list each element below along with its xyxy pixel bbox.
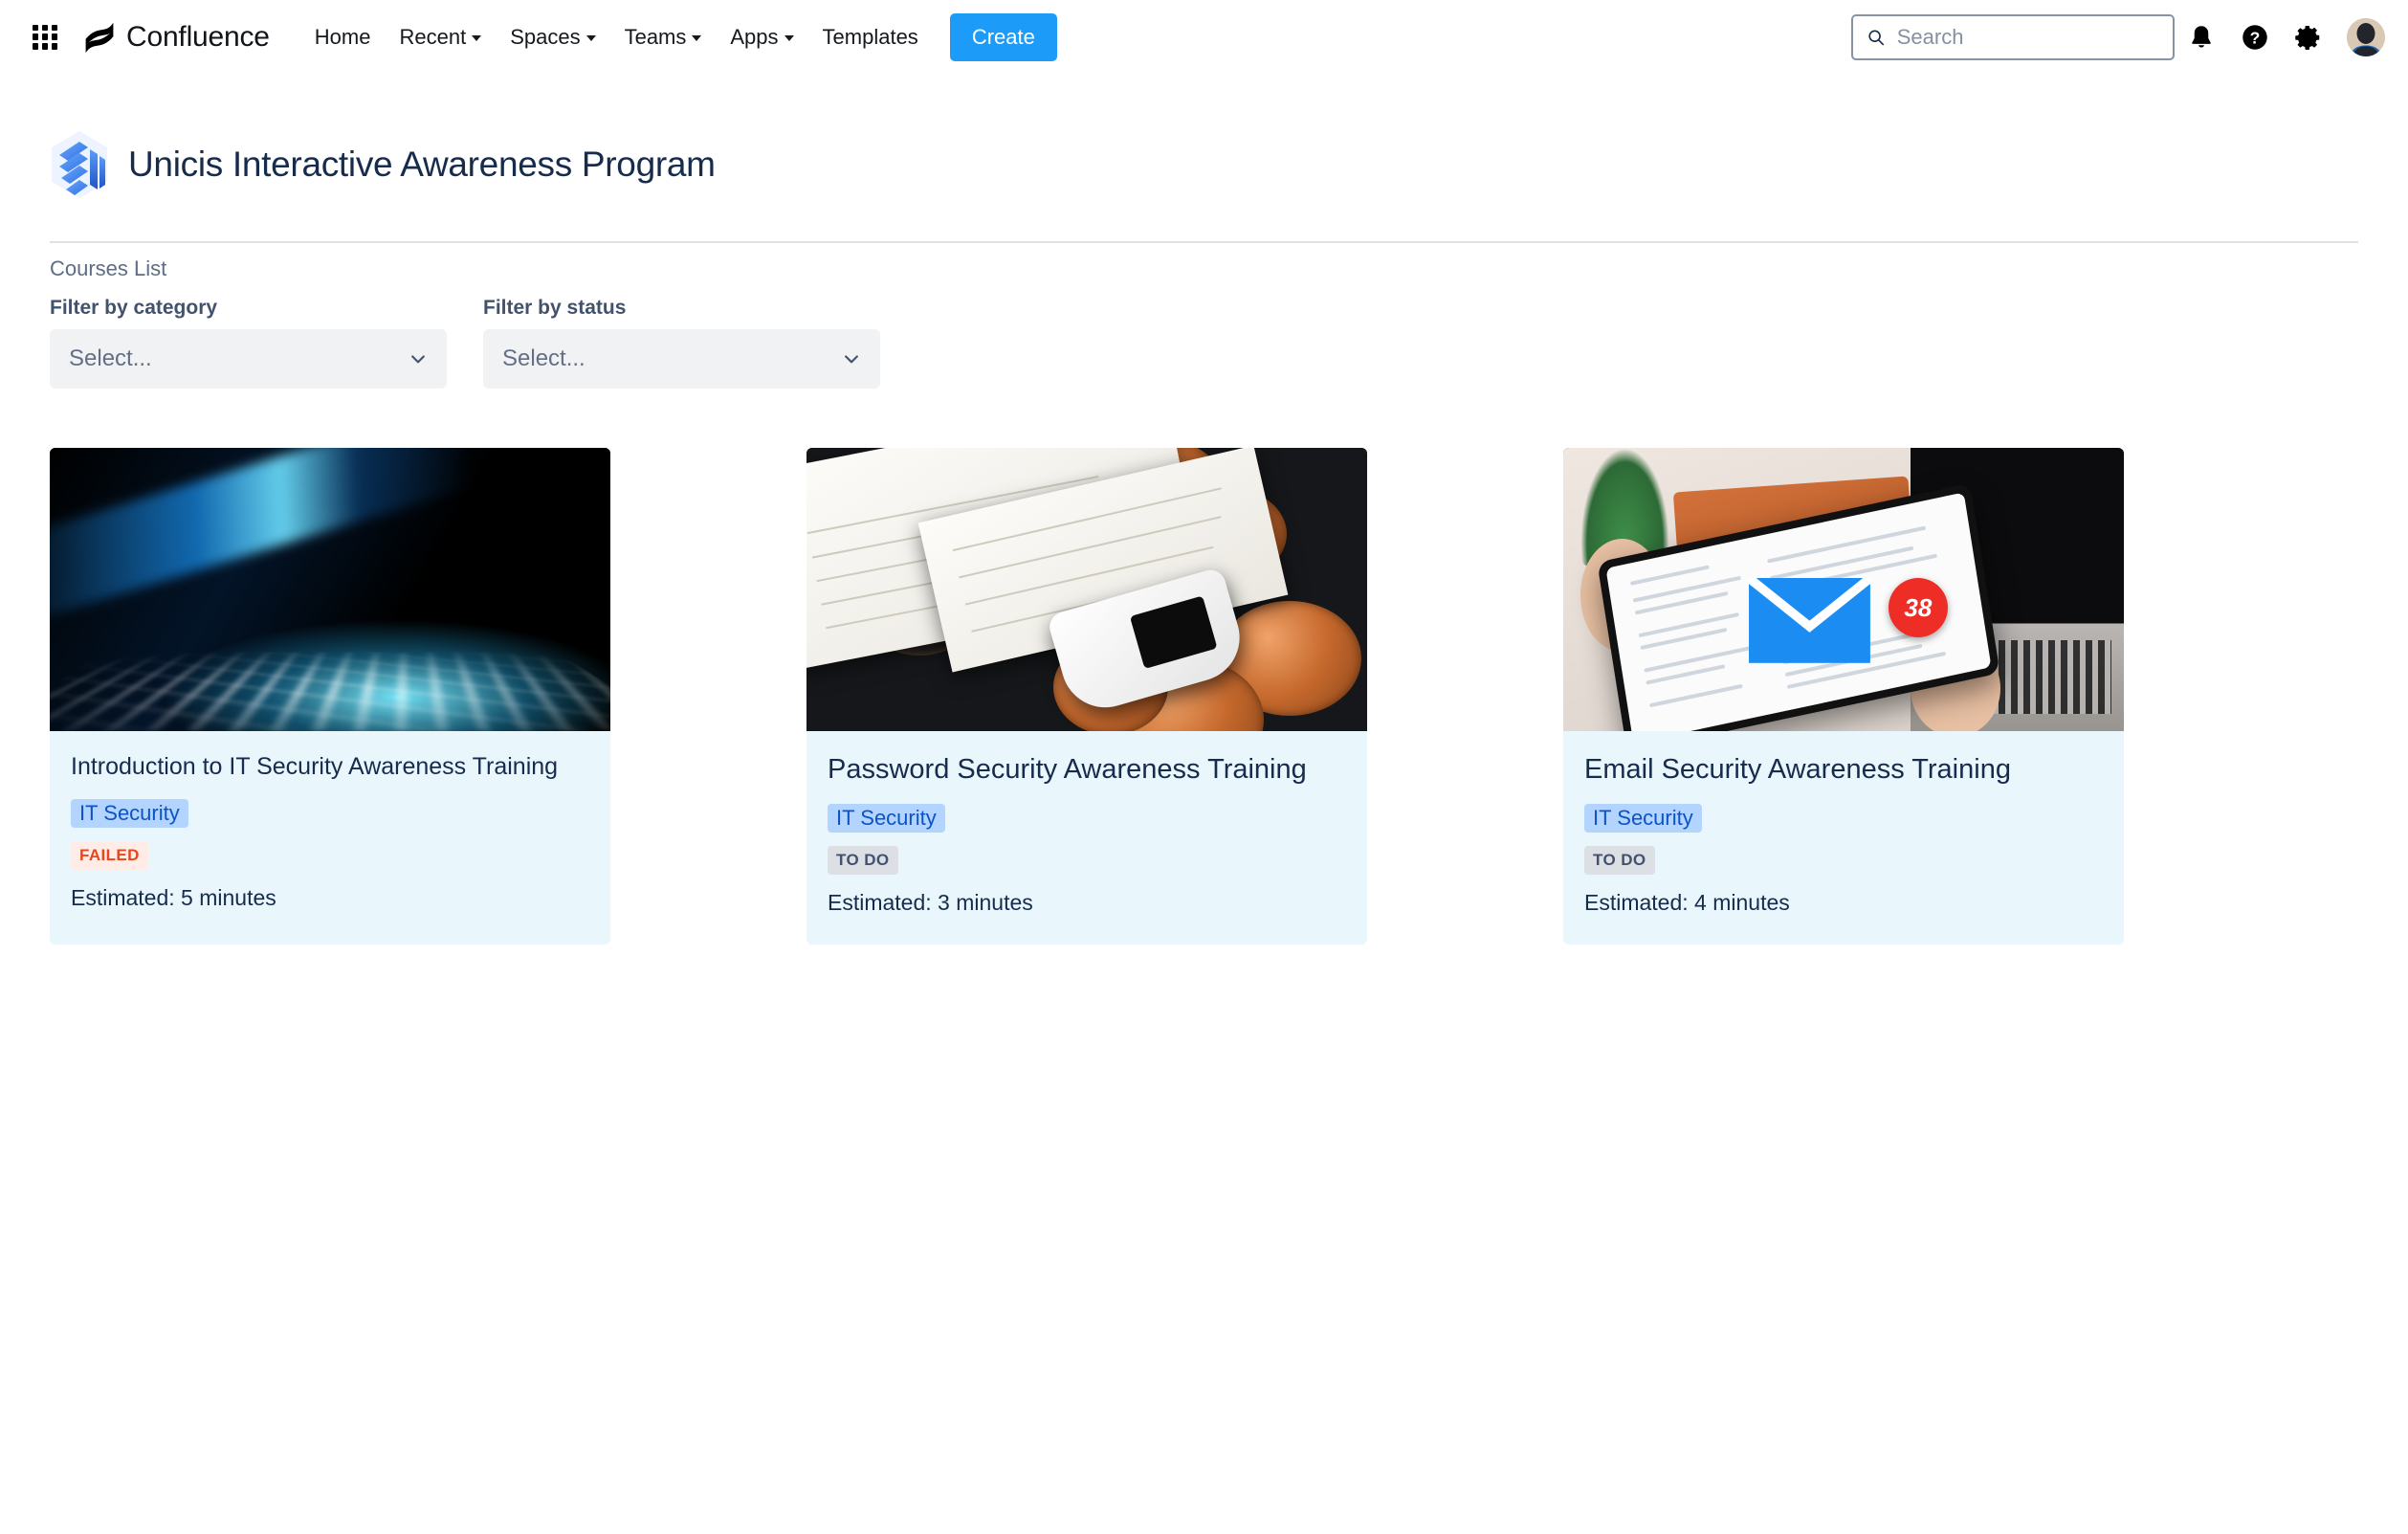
help-question-icon: ? xyxy=(2242,25,2267,50)
chevron-down-icon xyxy=(784,35,794,41)
tablet-email-inbox-badge-photo: 38 xyxy=(1563,448,2124,731)
status-badge: FAILED xyxy=(71,841,148,871)
help-button[interactable]: ? xyxy=(2228,11,2282,64)
search-input[interactable] xyxy=(1896,25,2159,50)
course-card-body: Introduction to IT Security Awareness Tr… xyxy=(50,731,610,940)
confluence-logo-icon xyxy=(85,22,114,53)
filter-status-label: Filter by status xyxy=(483,297,627,319)
course-card-body: Email Security Awareness Training IT Sec… xyxy=(1563,731,2124,945)
status-badge: TO DO xyxy=(828,846,898,876)
nav-item-label: Spaces xyxy=(510,24,581,49)
filter-category-select[interactable]: Select... xyxy=(50,329,447,389)
nav-item-teams[interactable]: Teams xyxy=(610,16,717,58)
backlit-laptop-keyboard-photo xyxy=(50,448,610,731)
filter-status-select[interactable]: Select... xyxy=(483,329,880,389)
avatar-silhouette-icon xyxy=(2347,18,2385,56)
course-title: Password Security Awareness Training xyxy=(828,754,1307,785)
search-icon xyxy=(1868,30,1885,46)
notifications-bell-icon xyxy=(2192,26,2211,48)
filter-status-group: Filter by status Select... xyxy=(483,297,880,389)
nav-item-label: Recent xyxy=(399,24,467,49)
email-envelope-icon xyxy=(1746,578,1874,663)
nav-item-home[interactable]: Home xyxy=(300,16,386,58)
brand-name: Confluence xyxy=(126,20,270,53)
course-card-image: 38 xyxy=(1563,448,2124,731)
course-category-tag: IT Security xyxy=(828,804,945,834)
nav-item-spaces[interactable]: Spaces xyxy=(496,16,609,58)
course-estimate: Estimated: 5 minutes xyxy=(71,885,276,911)
nav-item-label: Templates xyxy=(822,24,918,49)
page-title: Unicis Interactive Awareness Program xyxy=(128,145,716,184)
filter-category-group: Filter by category Select... xyxy=(50,297,447,389)
filter-category-label: Filter by category xyxy=(50,297,218,319)
filters-row: Filter by category Select... Filter by s… xyxy=(50,281,2358,389)
course-card[interactable]: 38 Email Security Awareness Training IT … xyxy=(1563,448,2124,945)
nav-item-templates[interactable]: Templates xyxy=(808,16,933,58)
svg-text:?: ? xyxy=(2250,29,2261,48)
course-title: Email Security Awareness Training xyxy=(1584,754,2011,785)
chevron-down-icon xyxy=(692,35,702,41)
nav-item-label: Teams xyxy=(624,24,687,49)
search-box[interactable] xyxy=(1851,14,2175,60)
course-card-image xyxy=(50,448,610,731)
nav-item-recent[interactable]: Recent xyxy=(385,16,496,58)
courses-grid: Introduction to IT Security Awareness Tr… xyxy=(50,389,2358,945)
unicis-logo-icon xyxy=(52,131,107,198)
course-category-tag: IT Security xyxy=(71,799,188,829)
unread-count-badge: 38 xyxy=(1888,578,1948,638)
chevron-down-icon xyxy=(585,35,596,41)
crypto-coins-recovery-seed-card-photo xyxy=(806,448,1367,731)
nav-item-label: Apps xyxy=(730,24,779,49)
nav-item-apps[interactable]: Apps xyxy=(716,16,807,58)
course-card[interactable]: Password Security Awareness Training IT … xyxy=(806,448,1367,945)
nav-right-cluster: ? xyxy=(1851,0,2389,75)
chevron-down-icon xyxy=(472,35,482,41)
section-label: Courses List xyxy=(50,256,167,280)
course-card-image xyxy=(806,448,1367,731)
confluence-home-link[interactable]: Confluence xyxy=(82,20,270,55)
course-card-body: Password Security Awareness Training IT … xyxy=(806,731,1367,945)
create-button[interactable]: Create xyxy=(949,12,1057,61)
course-card[interactable]: Introduction to IT Security Awareness Tr… xyxy=(50,448,610,945)
course-estimate: Estimated: 4 minutes xyxy=(1584,890,1790,916)
course-category-tag: IT Security xyxy=(1584,804,1702,834)
settings-button[interactable] xyxy=(2282,11,2335,64)
course-title: Introduction to IT Security Awareness Tr… xyxy=(71,753,559,780)
nav-item-label: Home xyxy=(314,24,371,49)
page-content: Unicis Interactive Awareness Program Cou… xyxy=(0,75,2408,945)
primary-nav-links: Home Recent Spaces Teams Apps Templates xyxy=(300,16,933,58)
chevron-down-icon xyxy=(411,355,425,364)
notifications-button[interactable] xyxy=(2175,11,2228,64)
course-estimate: Estimated: 3 minutes xyxy=(828,890,1033,916)
chevron-down-icon xyxy=(845,355,858,364)
avatar[interactable] xyxy=(2347,18,2385,56)
app-switcher-icon[interactable] xyxy=(29,21,61,54)
filter-status-value: Select... xyxy=(502,345,585,371)
filter-category-value: Select... xyxy=(69,345,152,371)
status-badge: TO DO xyxy=(1584,846,1655,876)
global-navigation-bar: Confluence Home Recent Spaces Teams Apps… xyxy=(0,0,2408,75)
page-header: Unicis Interactive Awareness Program xyxy=(50,75,2358,241)
gear-icon xyxy=(2295,26,2320,50)
